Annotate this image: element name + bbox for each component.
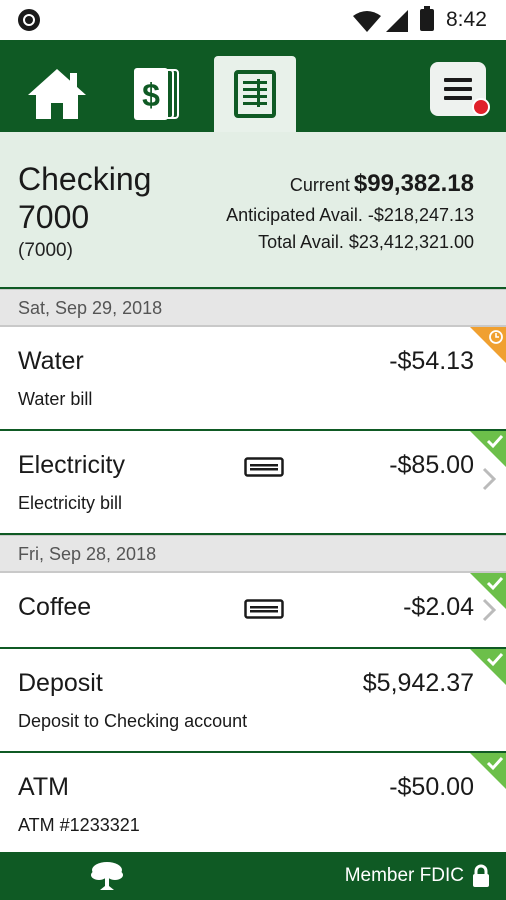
transaction-amount: $5,942.37: [362, 669, 474, 697]
transaction-name: Electricity: [18, 451, 125, 479]
hamburger-menu-icon: [444, 78, 472, 100]
member-fdic-label: Member FDIC: [344, 865, 464, 886]
date-header: Sat, Sep 29, 2018: [0, 289, 506, 327]
home-icon: [28, 69, 86, 119]
transaction-row-electricity[interactable]: Electricity Electricity bill -$85.00: [0, 431, 506, 535]
chevron-right-icon: [482, 467, 496, 491]
transaction-name: Coffee: [18, 593, 92, 621]
transaction-description: Electricity bill: [18, 493, 123, 513]
current-balance-value: $99,382.18: [353, 170, 474, 197]
transaction-row-water[interactable]: Water Water bill -$54.13: [0, 327, 506, 431]
card-icon: [244, 599, 284, 619]
account-number: (7000): [18, 240, 73, 261]
transaction-amount: -$85.00: [389, 451, 474, 479]
transaction-amount: -$50.00: [389, 773, 474, 801]
dollar-icon: $: [134, 68, 179, 120]
nav-bar: $: [0, 40, 506, 132]
transaction-description: ATM #1233321: [18, 815, 140, 835]
transaction-description: Water bill: [18, 389, 93, 409]
card-icon: [244, 457, 284, 477]
account-name: Checking 7000: [18, 161, 152, 235]
account-summary: Checking 7000 (7000) Current $99,382.18 A…: [0, 132, 506, 289]
register-icon: [234, 70, 276, 118]
anticipated-balance: Anticipated Avail. -$218,247.13: [226, 205, 474, 225]
tree-logo-icon: [91, 862, 123, 890]
current-balance-label: Current: [289, 175, 350, 195]
transaction-row-coffee[interactable]: Coffee -$2.04: [0, 573, 506, 649]
tab-register[interactable]: [214, 56, 296, 132]
transaction-amount: -$54.13: [389, 347, 474, 375]
total-balance: Total Avail. $23,412,321.00: [258, 232, 474, 252]
tab-money[interactable]: $: [116, 56, 198, 132]
transaction-description: Deposit to Checking account: [18, 711, 248, 731]
transaction-row-atm[interactable]: ATM ATM #1233321 -$50.00: [0, 753, 506, 852]
cleared-check-icon: [470, 649, 506, 685]
svg-text:$: $: [142, 77, 160, 113]
transaction-name: ATM: [18, 773, 69, 801]
date-header: Fri, Sep 28, 2018: [0, 535, 506, 573]
signal-icon: [386, 10, 408, 32]
cleared-check-icon: [470, 573, 506, 609]
cleared-check-icon: [470, 753, 506, 789]
wifi-icon: [353, 11, 381, 32]
battery-icon: [420, 6, 434, 31]
transaction-amount: -$2.04: [403, 593, 474, 621]
current-balance: Current $99,382.18: [290, 170, 474, 198]
lock-icon: [473, 864, 489, 887]
footer: Member FDIC: [0, 852, 506, 900]
status-time: 8:42: [446, 8, 487, 31]
transaction-name: Deposit: [18, 669, 103, 697]
tab-home[interactable]: [16, 56, 98, 132]
pending-clock-icon: [470, 327, 506, 363]
notification-badge: [472, 98, 490, 116]
notification-circle-icon: [18, 9, 40, 31]
status-bar: 8:42: [0, 0, 506, 40]
transaction-name: Water: [18, 347, 84, 375]
cleared-check-icon: [470, 431, 506, 467]
transaction-row-deposit[interactable]: Deposit Deposit to Checking account $5,9…: [0, 649, 506, 753]
